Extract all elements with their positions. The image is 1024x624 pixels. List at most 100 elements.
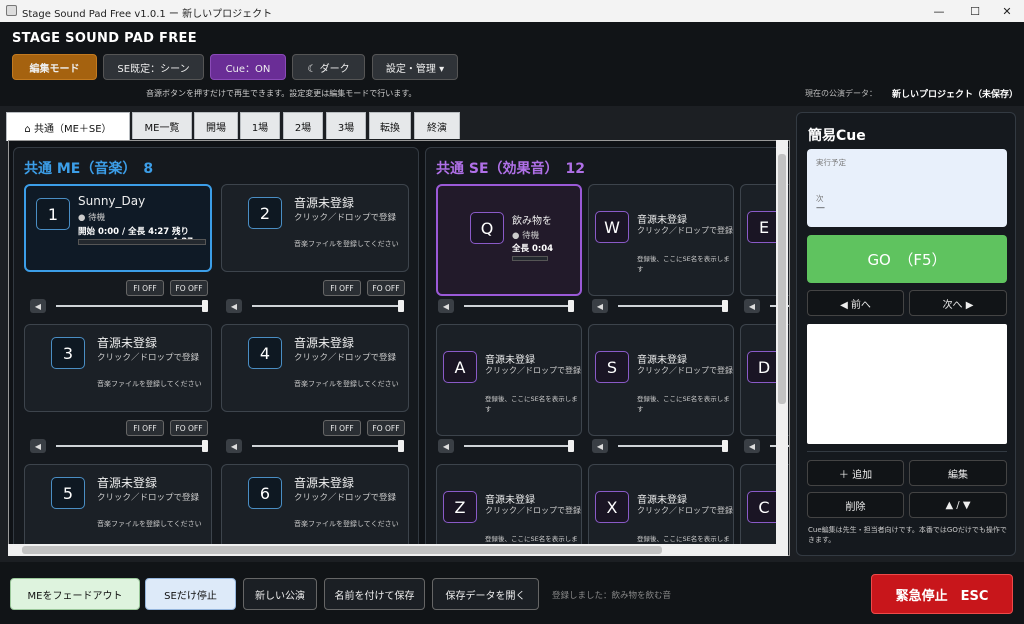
cue-title: 簡易Cue [808,128,866,144]
vertical-scrollbar[interactable] [776,140,788,556]
se-pad-s[interactable]: S 音源未登録 クリック／ドロップで登録 登録後、ここにSE名を表示します [588,324,734,436]
me-pad-6[interactable]: 6 音源未登録 クリック／ドロップで登録 音楽ファイルを登録してください [221,464,409,552]
pad-key: Q [470,212,504,244]
tab-scene-2[interactable]: 2場 [283,112,323,139]
save-as-button[interactable]: 名前を付けて保存 [324,578,425,610]
go-button[interactable]: GO （F5） [807,235,1007,283]
cue-add-button[interactable]: ＋ 追加 [807,460,904,486]
tab-bar: ⌂ 共通（ME＋SE） ME一覧 開場 1場 2場 3場 転換 終演 [6,112,790,141]
me-pad-4[interactable]: 4 音源未登録 クリック／ドロップで登録 音楽ファイルを登録してください [221,324,409,412]
tab-transition[interactable]: 転換 [369,112,411,139]
fade-in-toggle[interactable]: FI OFF [126,280,164,296]
speaker-icon[interactable]: ◀ [226,439,242,453]
se-pad-w[interactable]: W 音源未登録 クリック／ドロップで登録 登録後、ここにSE名を表示します [588,184,734,296]
fade-out-toggle[interactable]: FO OFF [170,280,208,296]
me-panel-heading: 共通 ME（音楽） 8 [24,158,153,178]
scroll-thumb[interactable] [22,546,662,554]
maximize-button[interactable]: ☐ [958,0,992,22]
settings-menu-button[interactable]: 設定・管理 ▾ [372,54,458,80]
me-pad-2[interactable]: 2 音源未登録 クリック／ドロップで登録 音楽ファイルを登録してください [221,184,409,272]
new-show-button[interactable]: 新しい公演 [243,578,317,610]
me-pad-5[interactable]: 5 音源未登録 クリック／ドロップで登録 音楽ファイルを登録してください [24,464,212,552]
se-stop-button[interactable]: SEだけ停止 [145,578,236,610]
scroll-thumb[interactable] [778,154,786,404]
volume-slider[interactable] [252,300,404,312]
minimize-button[interactable]: — [922,0,956,22]
emergency-stop-button[interactable]: 緊急停止 ESC [871,574,1013,614]
pad-note: 登録後、ここにSE名を表示します [485,395,578,413]
pad-note: 音楽ファイルを登録してください [97,380,202,388]
volume-slider[interactable] [618,300,728,312]
header-hint: 音源ボタンを押すだけで再生できます。設定変更は編集モードで行います。 [146,89,417,98]
horizontal-scrollbar[interactable] [8,544,776,556]
speaker-icon[interactable]: ◀ [30,439,46,453]
volume-slider[interactable] [56,300,208,312]
cue-list[interactable] [807,324,1007,444]
volume-slider[interactable] [464,300,574,312]
me-pad-3[interactable]: 3 音源未登録 クリック／ドロップで登録 音楽ファイルを登録してください [24,324,212,412]
me-pad-1[interactable]: 1 Sunny_Day ● 待機 開始 0:00 / 全長 4:27 残り 4:… [24,184,212,272]
close-button[interactable]: ✕ [990,0,1024,22]
se-panel-count: 12 [565,161,586,177]
fade-out-toggle[interactable]: FO OFF [367,420,405,436]
tab-scene-3[interactable]: 3場 [326,112,366,139]
pad-sub: クリック／ドロップで登録 [97,493,200,503]
speaker-icon[interactable]: ◀ [744,299,760,313]
open-data-button[interactable]: 保存データを開く [432,578,539,610]
pad-name: 音源未登録 [294,196,355,210]
speaker-icon[interactable]: ◀ [226,299,242,313]
tab-ending[interactable]: 終演 [414,112,460,139]
pad-sub: クリック／ドロップで登録 [637,226,733,235]
tab-me-list[interactable]: ME一覧 [132,112,192,139]
app-icon [6,5,17,16]
cue-edit-button[interactable]: 編集 [909,460,1007,486]
fade-in-toggle[interactable]: FI OFF [323,280,361,296]
speaker-icon[interactable]: ◀ [438,299,454,313]
se-pad-x[interactable]: X 音源未登録 クリック／ドロップで登録 登録後、ここにSE名を表示します [588,464,734,555]
speaker-icon[interactable]: ◀ [438,439,454,453]
se-pad-a[interactable]: A 音源未登録 クリック／ドロップで登録 登録後、ここにSE名を表示します [436,324,582,436]
speaker-icon[interactable]: ◀ [744,439,760,453]
volume-slider[interactable] [464,440,574,452]
pad-sub: クリック／ドロップで登録 [97,353,200,363]
me-fadeout-button[interactable]: MEをフェードアウト [10,578,140,610]
speaker-icon[interactable]: ◀ [592,439,608,453]
title-bar: Stage Sound Pad Free v1.0.1 ー 新しいプロジェクト … [0,0,1024,22]
pad-name: 音源未登録 [637,215,687,226]
se-panel-heading: 共通 SE（効果音） 12 [436,158,585,178]
speaker-icon[interactable]: ◀ [592,299,608,313]
se-default-button[interactable]: SE既定：シーン [103,54,204,80]
tab-common[interactable]: ⌂ 共通（ME＋SE） [6,112,130,141]
pad-area: 共通 ME（音楽） 8 1 Sunny_Day ● 待機 開始 0:00 / 全… [8,140,790,556]
fade-out-toggle[interactable]: FO OFF [170,420,208,436]
pad-key: 3 [51,337,85,369]
fade-out-toggle[interactable]: FO OFF [367,280,405,296]
se-pad-z[interactable]: Z 音源未登録 クリック／ドロップで登録 登録後、ここにSE名を表示します [436,464,582,555]
se-pad-q[interactable]: Q 飲み物を ● 待機 全長 0:04 [436,184,582,296]
cue-delete-button[interactable]: 削除 [807,492,904,518]
current-data-label: 現在の公演データ： [805,89,877,98]
fade-in-toggle[interactable]: FI OFF [126,420,164,436]
edit-mode-button[interactable]: 編集モード [12,54,97,80]
pad-sub: クリック／ドロップで登録 [294,213,397,223]
tab-scene-1[interactable]: 1場 [240,112,280,139]
pad-note: 音楽ファイルを登録してください [294,380,399,388]
pad-name: 音源未登録 [485,495,535,506]
volume-slider[interactable] [618,440,728,452]
pad-key: 5 [51,477,85,509]
speaker-icon[interactable]: ◀ [30,299,46,313]
cue-toggle-button[interactable]: Cue：ON [210,54,286,80]
volume-slider[interactable] [56,440,208,452]
dark-mode-button[interactable]: ☾ ダーク [292,54,365,80]
pad-name: 音源未登録 [294,336,355,350]
pad-key: 6 [248,477,282,509]
tab-opening[interactable]: 開場 [194,112,238,139]
pad-name: 音源未登録 [637,355,687,366]
pad-key: X [595,491,629,523]
pad-status: ● 待機 [78,213,106,223]
cue-prev-button[interactable]: ◀ 前へ [807,290,904,316]
volume-slider[interactable] [252,440,404,452]
cue-next-button[interactable]: 次へ ▶ [909,290,1007,316]
cue-move-button[interactable]: ▲ / ▼ [909,492,1007,518]
fade-in-toggle[interactable]: FI OFF [323,420,361,436]
